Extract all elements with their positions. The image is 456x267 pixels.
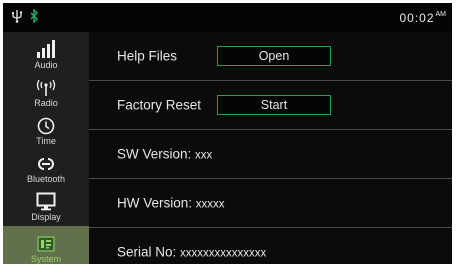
sidebar-item-display[interactable]: Display bbox=[3, 184, 89, 222]
serial-no-label: Serial No: bbox=[117, 244, 177, 260]
help-files-row: Help Files Open bbox=[89, 32, 452, 81]
sidebar-item-radio[interactable]: Radio bbox=[3, 70, 89, 108]
clock-icon bbox=[37, 117, 55, 135]
help-files-label: Help Files bbox=[117, 48, 178, 64]
sidebar-item-label: Time bbox=[36, 136, 56, 146]
clock: 00:02AM bbox=[399, 11, 446, 25]
monitor-icon bbox=[36, 192, 56, 211]
clock-time: 00:02 bbox=[399, 11, 435, 25]
system-icon bbox=[37, 236, 55, 252]
sw-version-row: SW Version: xxx bbox=[89, 130, 452, 179]
serial-no-value: xxxxxxxxxxxxxxx bbox=[180, 247, 267, 260]
start-button[interactable]: Start bbox=[217, 95, 331, 115]
hw-version-row: HW Version: xxxxx bbox=[89, 179, 452, 228]
hw-version-label: HW Version: bbox=[117, 195, 193, 211]
sw-version-label: SW Version: bbox=[117, 146, 192, 162]
link-icon bbox=[38, 158, 54, 170]
factory-reset-row: Factory Reset Start bbox=[89, 81, 452, 130]
sidebar-item-system[interactable]: System bbox=[3, 226, 89, 264]
radio-antenna-icon bbox=[36, 79, 56, 96]
sidebar-item-label: Display bbox=[31, 212, 61, 222]
serial-no-row: Serial No: xxxxxxxxxxxxxxx bbox=[89, 228, 452, 264]
hw-version-value: xxxxx bbox=[195, 198, 225, 211]
factory-reset-label: Factory Reset bbox=[117, 97, 202, 113]
sidebar-item-label: Radio bbox=[34, 98, 58, 108]
sw-version-value: xxx bbox=[195, 149, 213, 162]
sidebar: Audio Radio Time Bluetooth Display Syste… bbox=[3, 32, 89, 264]
sidebar-item-bluetooth[interactable]: Bluetooth bbox=[3, 146, 89, 184]
status-icons bbox=[11, 9, 39, 23]
serial-no-text: Serial No: xxxxxxxxxxxxxxx bbox=[117, 245, 266, 260]
sidebar-item-time[interactable]: Time bbox=[3, 108, 89, 146]
settings-panel: Help Files Open Factory Reset Start SW V… bbox=[89, 32, 452, 264]
sidebar-item-label: Audio bbox=[34, 60, 58, 70]
status-bar: 00:02AM bbox=[3, 3, 452, 32]
usb-icon bbox=[11, 9, 23, 23]
clock-ampm: AM bbox=[435, 11, 447, 18]
audio-bars-icon bbox=[37, 40, 55, 58]
sidebar-item-label: System bbox=[30, 254, 61, 264]
open-button[interactable]: Open bbox=[217, 46, 331, 66]
screen: 00:02AM Audio Radio Time Bluetooth Displ… bbox=[3, 3, 452, 264]
sidebar-item-label: Bluetooth bbox=[26, 174, 66, 184]
sidebar-item-audio[interactable]: Audio bbox=[3, 32, 89, 70]
sw-version-text: SW Version: xxx bbox=[117, 147, 212, 162]
hw-version-text: HW Version: xxxxx bbox=[117, 196, 225, 211]
bluetooth-icon bbox=[29, 9, 39, 23]
